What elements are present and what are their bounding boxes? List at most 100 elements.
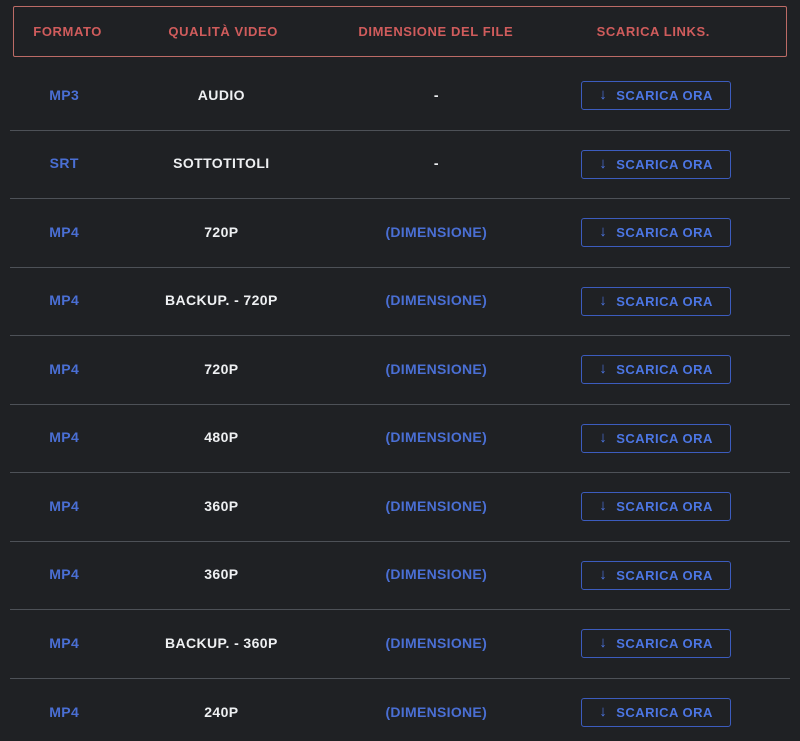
download-button[interactable]: ↓ SCARICA ORA [581,492,731,521]
format-cell: MP4 [10,704,118,722]
table-row: MP4 720P (DIMENSIONE) ↓ SCARICA ORA [10,336,790,405]
file-size-cell: (DIMENSIONE) [324,566,548,584]
file-size-label: (DIMENSIONE) [385,635,487,651]
table-row: MP4 360P (DIMENSIONE) ↓ SCARICA ORA [10,542,790,611]
download-button-label: SCARICA ORA [616,568,713,583]
action-cell: ↓ SCARICA ORA [548,629,790,658]
table-row: MP4 240P (DIMENSIONE) ↓ SCARICA ORA [10,679,790,741]
file-size-label: (DIMENSIONE) [385,361,487,377]
file-size-cell: (DIMENSIONE) [324,292,548,310]
download-button-label: SCARICA ORA [616,499,713,514]
format-cell: MP4 [10,566,118,584]
download-arrow-icon: ↓ [599,156,607,171]
quality-cell: BACKUP. - 720P [118,292,324,310]
file-size-label: (DIMENSIONE) [385,498,487,514]
quality-label: BACKUP. - 360P [165,635,278,651]
file-size-cell: - [324,155,548,173]
download-button-label: SCARICA ORA [616,362,713,377]
action-cell: ↓ SCARICA ORA [548,561,790,590]
download-button[interactable]: ↓ SCARICA ORA [581,355,731,384]
file-size-cell: (DIMENSIONE) [324,635,548,653]
download-arrow-icon: ↓ [599,293,607,308]
quality-cell: 240P [118,704,324,722]
quality-label: 720P [204,361,238,377]
file-size-cell: (DIMENSIONE) [324,498,548,516]
table-row: MP3 AUDIO - ↓ SCARICA ORA [10,62,790,131]
file-size-cell: (DIMENSIONE) [324,224,548,242]
header-qualita-video: QUALITÀ VIDEO [121,24,325,39]
format-link[interactable]: MP4 [49,566,79,582]
header-scarica-links: SCARICA LINKS. [547,24,786,39]
download-table: FORMATO QUALITÀ VIDEO DIMENSIONE DEL FIL… [0,0,800,741]
format-link[interactable]: SRT [50,155,79,171]
format-link[interactable]: MP3 [49,87,79,103]
format-cell: MP4 [10,361,118,379]
download-arrow-icon: ↓ [599,635,607,650]
file-size-label: (DIMENSIONE) [385,704,487,720]
download-button-label: SCARICA ORA [616,88,713,103]
file-size-cell: (DIMENSIONE) [324,361,548,379]
table-header-row: FORMATO QUALITÀ VIDEO DIMENSIONE DEL FIL… [13,6,787,57]
quality-label: 720P [204,224,238,240]
quality-cell: 720P [118,224,324,242]
file-size-label: - [434,155,439,171]
download-button[interactable]: ↓ SCARICA ORA [581,561,731,590]
download-button-label: SCARICA ORA [616,636,713,651]
file-size-label: - [434,87,439,103]
download-button-label: SCARICA ORA [616,431,713,446]
quality-label: 360P [204,498,238,514]
table-row: MP4 360P (DIMENSIONE) ↓ SCARICA ORA [10,473,790,542]
download-arrow-icon: ↓ [599,567,607,582]
download-button[interactable]: ↓ SCARICA ORA [581,424,731,453]
format-link[interactable]: MP4 [49,429,79,445]
download-button[interactable]: ↓ SCARICA ORA [581,218,731,247]
download-button[interactable]: ↓ SCARICA ORA [581,150,731,179]
action-cell: ↓ SCARICA ORA [548,492,790,521]
header-formato: FORMATO [14,24,121,39]
format-link[interactable]: MP4 [49,498,79,514]
download-button[interactable]: ↓ SCARICA ORA [581,287,731,316]
download-button[interactable]: ↓ SCARICA ORA [581,629,731,658]
format-cell: SRT [10,155,118,173]
download-button-label: SCARICA ORA [616,157,713,172]
download-button-label: SCARICA ORA [616,705,713,720]
quality-cell: SOTTOTITOLI [118,155,324,173]
quality-label: BACKUP. - 720P [165,292,278,308]
header-dimensione-file: DIMENSIONE DEL FILE [325,24,547,39]
download-arrow-icon: ↓ [599,498,607,513]
download-arrow-icon: ↓ [599,430,607,445]
download-button-label: SCARICA ORA [616,225,713,240]
table-row: MP4 BACKUP. - 360P (DIMENSIONE) ↓ SCARIC… [10,610,790,679]
file-size-label: (DIMENSIONE) [385,429,487,445]
action-cell: ↓ SCARICA ORA [548,218,790,247]
quality-cell: 720P [118,361,324,379]
action-cell: ↓ SCARICA ORA [548,355,790,384]
download-button[interactable]: ↓ SCARICA ORA [581,81,731,110]
format-link[interactable]: MP4 [49,635,79,651]
format-cell: MP3 [10,87,118,105]
action-cell: ↓ SCARICA ORA [548,287,790,316]
file-size-cell: - [324,87,548,105]
quality-cell: 480P [118,429,324,447]
download-arrow-icon: ↓ [599,704,607,719]
format-link[interactable]: MP4 [49,224,79,240]
table-row: MP4 720P (DIMENSIONE) ↓ SCARICA ORA [10,199,790,268]
table-body: MP3 AUDIO - ↓ SCARICA ORA SRT SOTTOTITOL… [10,62,790,741]
quality-label: SOTTOTITOLI [173,155,269,171]
format-cell: MP4 [10,498,118,516]
file-size-cell: (DIMENSIONE) [324,429,548,447]
format-link[interactable]: MP4 [49,704,79,720]
file-size-label: (DIMENSIONE) [385,566,487,582]
action-cell: ↓ SCARICA ORA [548,150,790,179]
quality-label: 360P [204,566,238,582]
download-arrow-icon: ↓ [599,87,607,102]
action-cell: ↓ SCARICA ORA [548,698,790,727]
quality-cell: 360P [118,498,324,516]
file-size-cell: (DIMENSIONE) [324,704,548,722]
format-link[interactable]: MP4 [49,292,79,308]
download-button[interactable]: ↓ SCARICA ORA [581,698,731,727]
format-link[interactable]: MP4 [49,361,79,377]
quality-cell: AUDIO [118,87,324,105]
file-size-label: (DIMENSIONE) [385,292,487,308]
quality-label: AUDIO [198,87,245,103]
